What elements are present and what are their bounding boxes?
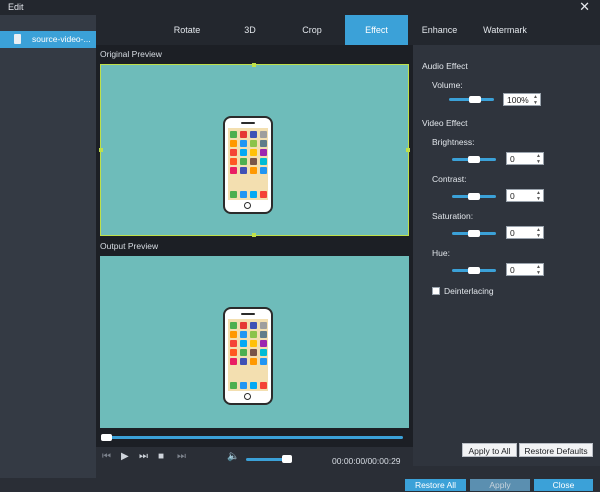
tab-bar: Rotate 3D Crop Effect Enhance Watermark [96, 15, 600, 45]
timeline-thumb[interactable] [101, 434, 112, 441]
crop-handle-right[interactable] [406, 148, 410, 152]
audio-effect-title: Audio Effect [422, 61, 468, 71]
saturation-thumb[interactable] [468, 230, 480, 237]
restore-defaults-button[interactable]: Restore Defaults [519, 443, 593, 457]
phone-image [223, 307, 273, 405]
contrast-spinbox[interactable]: 0 ▲ ▼ [506, 189, 544, 202]
stop-icon[interactable]: ■ [158, 451, 164, 462]
spin-arrows-icon[interactable]: ▲ ▼ [533, 94, 538, 106]
phone-image [223, 116, 273, 214]
tab-crop[interactable]: Crop [279, 15, 345, 45]
contrast-thumb[interactable] [468, 193, 480, 200]
brightness-thumb[interactable] [468, 156, 480, 163]
effect-panel: Audio Effect Volume: 100% ▲ ▼ Video Effec… [413, 45, 600, 466]
preview-area: Original Preview Output Preview ⏮ ▶ ⏭ ■ … [96, 45, 413, 466]
sidebar-item-source-video[interactable]: source-video-... [0, 31, 96, 48]
tab-watermark[interactable]: Watermark [471, 15, 539, 45]
tab-rotate[interactable]: Rotate [153, 15, 221, 45]
window-title: Edit [8, 2, 24, 12]
output-preview [100, 256, 409, 428]
timeline-track[interactable] [101, 436, 403, 439]
volume-effect-thumb[interactable] [469, 96, 481, 103]
sidebar-item-label: source-video-... [32, 34, 91, 44]
close-icon[interactable]: ✕ [579, 0, 590, 15]
skip-end-icon[interactable]: ⏭ [177, 451, 186, 462]
video-effect-title: Video Effect [422, 118, 468, 128]
contrast-value: 0 [510, 191, 515, 201]
tab-effect[interactable]: Effect [345, 15, 408, 45]
brightness-label: Brightness: [432, 137, 475, 147]
saturation-spinbox[interactable]: 0 ▲ ▼ [506, 226, 544, 239]
spin-arrows-icon[interactable]: ▲ ▼ [536, 190, 541, 202]
file-sidebar: source-video-... [0, 15, 96, 491]
title-bar [0, 0, 600, 15]
speaker-icon[interactable]: 🔈 [227, 451, 239, 462]
crop-handle-left[interactable] [99, 148, 103, 152]
apply-button[interactable]: Apply [470, 479, 530, 491]
volume-thumb[interactable] [282, 455, 292, 463]
volume-value: 100% [507, 95, 529, 105]
tab-3d[interactable]: 3D [221, 15, 279, 45]
spin-arrows-icon[interactable]: ▲ ▼ [536, 153, 541, 165]
original-preview-label: Original Preview [100, 49, 162, 59]
spin-arrows-icon[interactable]: ▲ ▼ [536, 264, 541, 276]
crop-handle-top[interactable] [252, 63, 256, 67]
output-preview-label: Output Preview [100, 241, 159, 251]
close-button[interactable]: Close [534, 479, 593, 491]
saturation-value: 0 [510, 228, 515, 238]
deinterlacing-checkbox[interactable] [432, 287, 440, 295]
skip-back-icon[interactable]: ⏮ [102, 451, 111, 462]
volume-label: Volume: [432, 80, 463, 90]
restore-all-button[interactable]: Restore All [405, 479, 466, 491]
brightness-value: 0 [510, 154, 515, 164]
volume-spinbox[interactable]: 100% ▲ ▼ [503, 93, 541, 106]
hue-value: 0 [510, 265, 515, 275]
brightness-spinbox[interactable]: 0 ▲ ▼ [506, 152, 544, 165]
hue-spinbox[interactable]: 0 ▲ ▼ [506, 263, 544, 276]
crop-handle-bottom[interactable] [252, 233, 256, 237]
hue-label: Hue: [432, 248, 450, 258]
apply-to-all-button[interactable]: Apply to All [462, 443, 517, 457]
original-preview[interactable] [99, 63, 410, 237]
hue-thumb[interactable] [468, 267, 480, 274]
time-readout: 00:00:00/00:00:29 [332, 456, 401, 466]
play-icon[interactable]: ▶ [121, 451, 129, 462]
file-icon [14, 34, 21, 44]
deinterlacing-label: Deinterlacing [444, 286, 494, 296]
tab-enhance[interactable]: Enhance [408, 15, 471, 45]
saturation-label: Saturation: [432, 211, 474, 221]
fast-forward-icon[interactable]: ⏭ [139, 451, 148, 462]
spin-arrows-icon[interactable]: ▲ ▼ [536, 227, 541, 239]
contrast-label: Contrast: [432, 174, 467, 184]
